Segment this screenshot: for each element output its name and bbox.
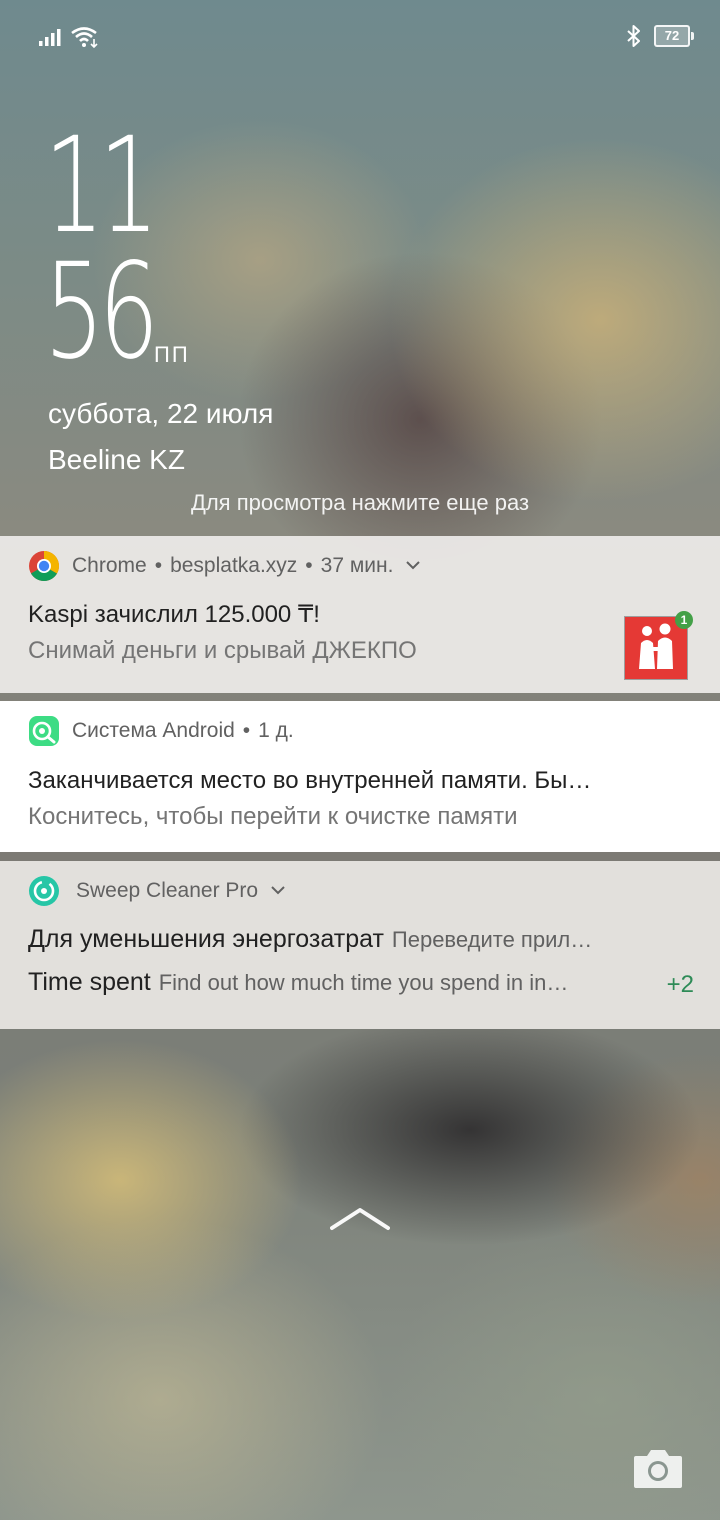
expand-chevron-icon[interactable] [270, 882, 286, 900]
signal-icon [39, 29, 61, 46]
notification-header: Chrome • besplatka.xyz • 37 мин. [28, 536, 692, 596]
line-title: Для уменьшения энергозатрат [28, 925, 384, 953]
notification-time: 37 мин. [320, 554, 394, 577]
expand-chevron-icon[interactable] [405, 557, 421, 575]
android-system-icon [29, 716, 59, 746]
more-count: +2 [666, 971, 694, 998]
unlock-hint: Для просмотра нажмите еще раз [190, 490, 530, 515]
lockscreen-date: суббота, 22 июля [48, 398, 274, 429]
separator-dot: • [305, 554, 313, 577]
notification-line: Для уменьшения энергозатрат Переведите п… [28, 925, 680, 954]
line-body: Find out how much time you spend in in… [158, 970, 569, 995]
line-body: Переведите прил… [391, 927, 593, 952]
wifi-icon [71, 27, 98, 48]
app-name: Система Android [72, 719, 235, 742]
chrome-icon [29, 551, 60, 582]
separator-dot: • [242, 719, 251, 742]
app-name: Chrome [72, 554, 147, 577]
clock-ampm: ПП [154, 342, 190, 367]
notification-source: besplatka.xyz [170, 554, 298, 577]
notification-body: Снимай деньги и срывай ДЖЕКПО [28, 637, 417, 664]
notification-time: 1 д. [258, 719, 294, 742]
notification-badge: 1 [675, 611, 693, 629]
notification-sweep-cleaner[interactable]: Sweep Cleaner Pro Для уменьшения энергоз… [0, 861, 720, 1029]
notification-title: Заканчивается место во внутренней памяти… [28, 767, 592, 794]
carrier-name: Beeline KZ [48, 444, 185, 475]
notification-android-system[interactable]: Система Android • 1 д. Заканчивается мес… [0, 701, 720, 852]
notification-header: Sweep Cleaner Pro [28, 861, 692, 921]
notification-chrome[interactable]: Chrome • besplatka.xyz • 37 мин. Kaspi з… [0, 536, 720, 693]
notification-header: Система Android • 1 д. [28, 701, 692, 761]
line-title: Time spent [28, 968, 151, 996]
bluetooth-icon [627, 25, 640, 47]
camera-icon[interactable] [632, 1446, 684, 1490]
app-name: Sweep Cleaner Pro [76, 879, 259, 902]
notification-body: Коснитесь, чтобы перейти к очистке памят… [28, 803, 518, 830]
clock-minutes: 56 [44, 235, 159, 389]
battery-icon: 72 [654, 25, 694, 47]
notification-line: Time spent Find out how much time you sp… [28, 968, 652, 997]
kaspi-large-icon: 1 [624, 611, 693, 680]
separator-dot: • [154, 554, 163, 577]
notification-title: Kaspi зачислил 125.000 ₸! [28, 601, 320, 628]
sweep-cleaner-icon [29, 876, 59, 906]
status-bar: 72 [0, 0, 720, 72]
battery-level: 72 [664, 28, 680, 43]
clock-hours: 11 [44, 109, 159, 263]
unlock-swipe-up-icon[interactable] [330, 1204, 390, 1232]
